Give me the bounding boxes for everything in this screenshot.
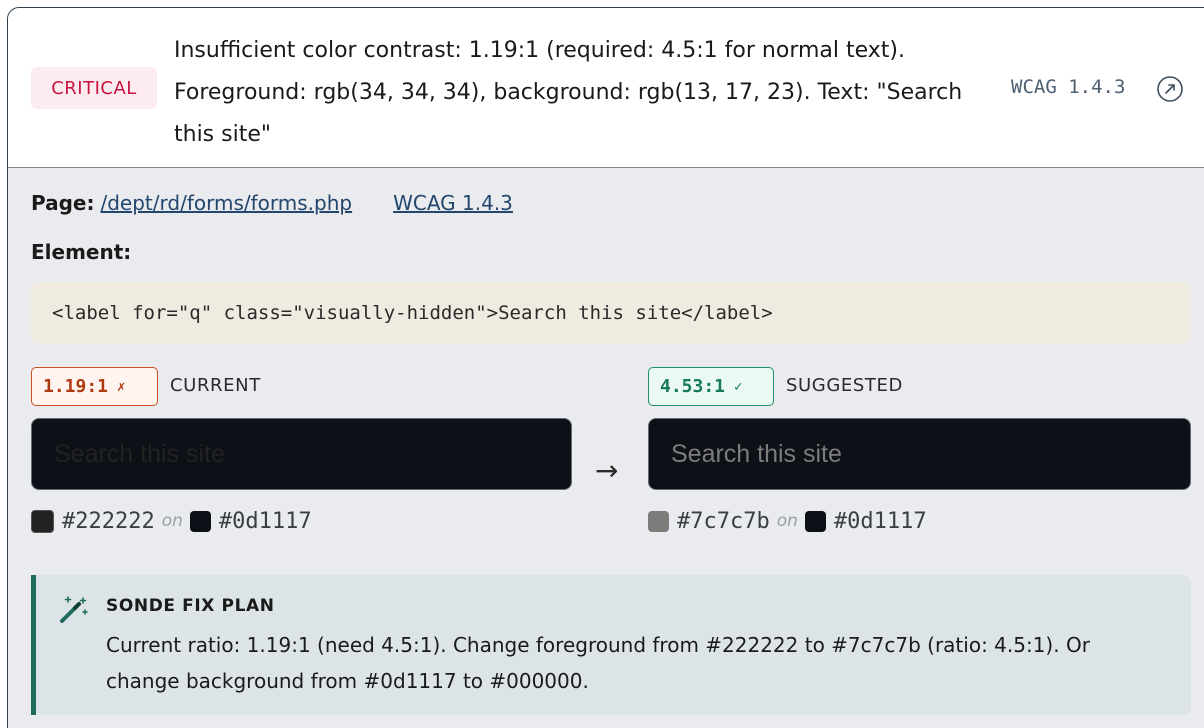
suggested-fg-swatch [648,510,669,532]
page-url-link[interactable]: /dept/rd/forms/forms.php [101,191,353,215]
fix-plan-title: SONDE FIX PLAN [106,596,275,616]
wcag-code: WCAG 1.4.3 [1011,76,1126,98]
suggested-fg-hex: #7c7c7b [677,508,770,534]
suggested-preview: Search this site [648,418,1191,490]
suggested-ratio: 4.53:1 [660,376,726,397]
page-meta-row: Page: /dept/rd/forms/forms.php WCAG 1.4.… [31,188,513,218]
page-label: Page: [31,191,95,215]
wcag-link[interactable]: WCAG 1.4.3 [393,191,513,215]
current-bg-hex: #0d1117 [218,508,312,534]
suggested-ratio-badge: 4.53:1 ✓ [648,367,774,406]
suggested-label: SUGGESTED [786,375,903,396]
fix-plan-text: Current ratio: 1.19:1 (need 4.5:1). Chan… [106,633,1090,693]
current-label: CURRENT [170,375,261,396]
issue-details: Page: /dept/rd/forms/forms.php WCAG 1.4.… [8,168,1204,728]
arrow-right-icon: → [595,454,619,487]
suggested-on-label: on [776,511,798,531]
current-on-label: on [161,511,183,531]
current-preview-text: Search this site [54,439,225,468]
external-link-icon[interactable] [1156,75,1184,103]
current-fg-hex: #222222 [62,508,155,534]
current-ratio: 1.19:1 [43,376,109,397]
magic-wand-icon [60,596,88,623]
suggested-bg-hex: #0d1117 [833,508,927,534]
issue-message: Insufficient color contrast: 1.19:1 (req… [174,38,963,147]
suggested-bg-swatch [804,510,826,532]
current-color-pair: #222222 on #0d1117 [31,506,312,536]
issue-card: CRITICAL Insufficient color contrast: 1.… [7,7,1204,728]
suggested-preview-text: Search this site [671,439,842,468]
suggested-color-pair: #7c7c7b on #0d1117 [648,506,927,536]
element-code: <label for="q" class="visually-hidden">S… [31,282,1191,344]
current-ratio-badge: 1.19:1 ✗ [31,367,158,406]
element-label: Element: [31,240,132,264]
severity-badge: CRITICAL [31,67,157,109]
fix-plan-panel: SONDE FIX PLAN Current ratio: 1.19:1 (ne… [31,575,1191,715]
pass-icon: ✓ [734,378,743,395]
current-bg-swatch [189,510,211,532]
fail-icon: ✗ [117,378,126,395]
current-preview: Search this site [31,418,572,490]
issue-header: CRITICAL Insufficient color contrast: 1.… [8,8,1204,168]
current-fg-swatch [31,509,54,533]
